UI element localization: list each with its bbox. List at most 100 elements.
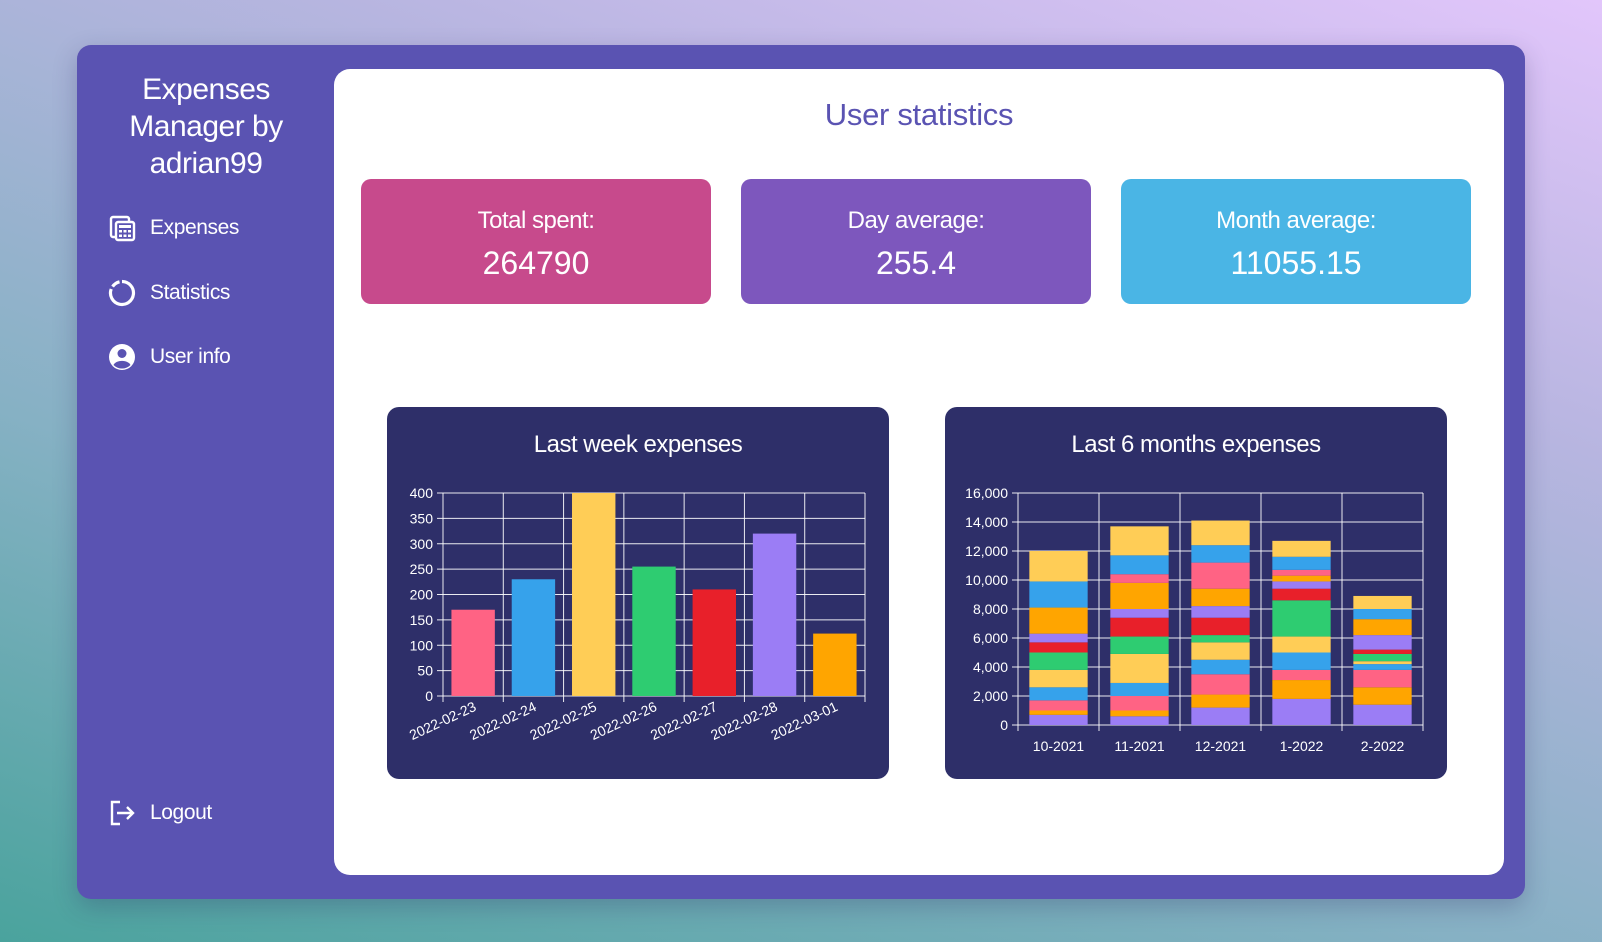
card-value: 255.4 — [875, 245, 957, 281]
bar-segment — [1110, 653, 1169, 683]
y-tick-label: 10,000 — [965, 572, 1008, 588]
bar-segment — [1110, 582, 1169, 609]
bar-segment — [1191, 674, 1250, 695]
y-tick-label: 350 — [410, 510, 434, 526]
bar-segment — [1272, 540, 1331, 557]
x-tick-label: 2022-02-26 — [588, 698, 660, 743]
bar-segment — [1191, 588, 1250, 607]
bar-segment — [1191, 707, 1250, 725]
bar-segment — [1191, 520, 1250, 546]
bar-segment — [1353, 653, 1412, 662]
bar-segment — [1353, 664, 1412, 670]
bar — [752, 533, 797, 696]
x-tick-label: 2022-03-01 — [768, 698, 840, 743]
bar-segment — [1110, 696, 1169, 711]
bar-segment — [1272, 698, 1331, 725]
bar-segment — [1272, 600, 1331, 637]
bar — [451, 609, 495, 696]
bar-segment — [1272, 575, 1331, 582]
bar-segment — [1110, 716, 1169, 725]
card-value: 264790 — [482, 245, 590, 281]
logout-label: Logout — [150, 801, 212, 824]
bar-segment — [1191, 545, 1250, 563]
bar-segment — [1191, 659, 1250, 675]
x-tick-label: 1-2022 — [1280, 738, 1324, 754]
card-label: Total spent: — [477, 207, 595, 234]
bar-segment — [1110, 682, 1169, 696]
sidebar-item-statistics[interactable]: Statistics — [107, 277, 230, 309]
bar-segment — [1272, 569, 1331, 576]
card-label: Day average: — [847, 207, 985, 234]
x-tick-label: 2022-02-24 — [467, 698, 539, 743]
x-tick-label: 11-2021 — [1114, 738, 1165, 754]
bar — [632, 566, 676, 696]
last-6-months-chart: Last 6 months expenses 0 2,000 4,000 6,000 8… — [945, 407, 1447, 779]
main-panel: User statistics Total spent: 264790 Day … — [334, 69, 1504, 875]
bar-segment — [1029, 700, 1088, 711]
logout-button[interactable]: Logout — [107, 797, 212, 829]
bar-segment — [1110, 526, 1169, 556]
bar-segment — [1272, 680, 1331, 699]
y-tick-label: 14,000 — [965, 514, 1008, 530]
y-tick-label: 6,000 — [973, 630, 1008, 646]
y-tick-label: 200 — [410, 587, 434, 603]
bar-segment — [1191, 694, 1250, 708]
bar-segment — [1029, 710, 1088, 715]
x-tick-label: 2022-02-25 — [527, 698, 599, 743]
card-value: 11055.15 — [1230, 245, 1362, 281]
day-average-card: Day average: 255.4 — [741, 179, 1091, 304]
bar-segment — [1353, 619, 1412, 636]
bar-segment — [1191, 642, 1250, 660]
card-label: Month average: — [1216, 207, 1376, 234]
page-title: User statistics — [824, 97, 1014, 132]
bar — [692, 589, 736, 696]
bar-segment — [1272, 588, 1331, 601]
bar-segment — [1029, 652, 1088, 670]
bar-segment — [1110, 609, 1169, 618]
y-tick-label: 400 — [410, 485, 434, 501]
total-spent-card: Total spent: 264790 — [361, 179, 711, 304]
bar-segment — [1029, 551, 1088, 582]
bar-segment — [1353, 687, 1412, 705]
bar-segment — [1110, 555, 1169, 575]
bar — [813, 633, 857, 696]
y-tick-label: 0 — [425, 688, 433, 704]
app-brand: Expenses Manager by adrian99 — [129, 73, 283, 180]
y-tick-label: 2,000 — [973, 688, 1008, 704]
sidebar-item-label: Expenses — [150, 216, 240, 239]
bar-segment — [1110, 710, 1169, 717]
x-tick-label: 2022-02-27 — [648, 698, 720, 743]
bar-segment — [1029, 669, 1088, 688]
bar-segment — [1272, 556, 1331, 570]
y-tick-label: 16,000 — [965, 485, 1008, 501]
y-tick-label: 12,000 — [965, 543, 1008, 559]
last-6-months-chart-svg: 0 2,000 4,000 6,000 8,000 10,000 12,000 14,000 1… — [965, 485, 1424, 754]
sidebar-item-user-info[interactable]: User info — [107, 341, 231, 373]
y-tick-label: 4,000 — [973, 659, 1008, 675]
bar — [511, 579, 556, 696]
app-window: Expenses Manager by adrian99 Expenses St… — [77, 45, 1525, 899]
bar-segment — [1353, 669, 1412, 688]
bar-segment — [1110, 636, 1169, 654]
x-tick-label: 10-2021 — [1033, 738, 1085, 754]
y-tick-label: 150 — [410, 612, 434, 628]
sidebar-item-expenses[interactable]: Expenses — [107, 212, 239, 244]
x-tick-label: 2022-02-23 — [407, 698, 479, 743]
bar-segment — [1353, 661, 1412, 665]
bar-segment — [1191, 617, 1250, 636]
bar-segment — [1029, 687, 1088, 701]
bar-segment — [1353, 635, 1412, 650]
bar-segment — [1029, 581, 1088, 608]
x-tick-label: 2-2022 — [1361, 738, 1405, 754]
bar-segment — [1029, 714, 1088, 725]
bar-segment — [1110, 617, 1169, 637]
x-tick-label: 12-2021 — [1195, 738, 1247, 754]
bar-segment — [1191, 635, 1250, 643]
bar-segment — [1353, 595, 1412, 609]
x-tick-label: 2022-02-28 — [708, 698, 780, 743]
month-average-card: Month average: 11055.15 — [1121, 179, 1471, 304]
sidebar: Expenses Manager by adrian99 Expenses St… — [77, 45, 335, 899]
bar-segment — [1110, 574, 1169, 583]
bar-segment — [1272, 669, 1331, 681]
bar-segment — [1353, 704, 1412, 725]
